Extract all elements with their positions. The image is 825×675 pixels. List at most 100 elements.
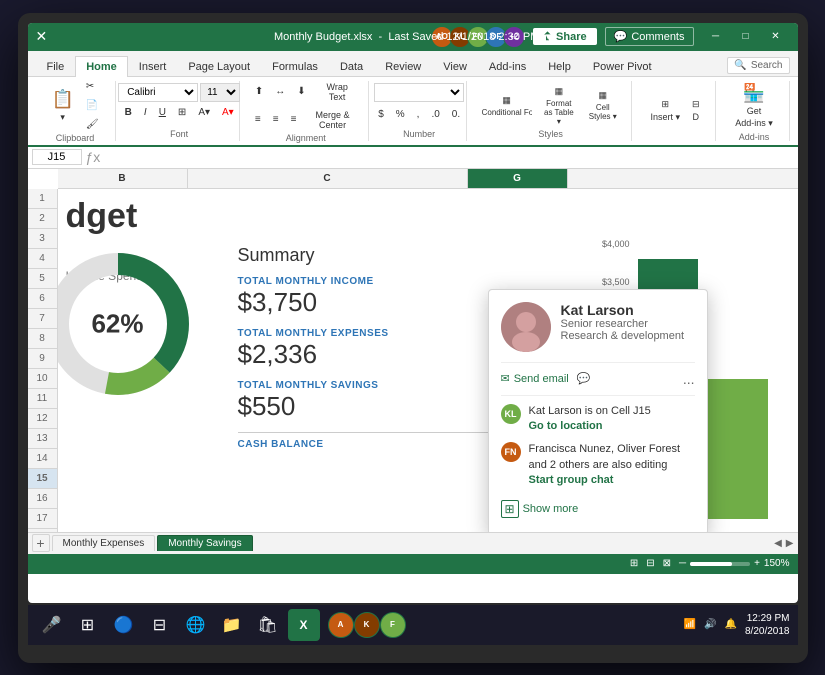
copy-button[interactable]: 📄	[81, 97, 104, 114]
format-painter-button[interactable]: 🖌	[81, 116, 104, 133]
search-box[interactable]: 🔍 Search	[727, 57, 789, 74]
border-button[interactable]: ⊞	[173, 104, 191, 121]
format-as-table-button[interactable]: ▦ Format as Table ▾	[539, 83, 579, 129]
avatar-taskbar-2: K	[354, 612, 380, 638]
speaker-icon: 🔊	[704, 619, 716, 630]
kl-avatar-icon: KL	[501, 404, 521, 424]
popup-card: Kat Larson Senior researcher Research & …	[488, 289, 708, 532]
cell-styles-button[interactable]: ▦ Cell Styles ▾	[581, 87, 624, 124]
sheet-tab-monthly-savings[interactable]: Monthly Savings	[157, 535, 252, 551]
tab-review[interactable]: Review	[374, 56, 432, 77]
task-view-icon[interactable]: ⊟	[144, 609, 176, 641]
popup-avatar	[501, 302, 551, 352]
tab-formulas[interactable]: Formulas	[261, 56, 329, 77]
align-top-button[interactable]: ⬆	[250, 83, 268, 100]
ribbon-tabs: File Home Insert Page Layout Formulas Da…	[28, 51, 798, 77]
get-addins-button[interactable]: 🏪 Get Add-ins ▾	[730, 80, 778, 132]
windows-start-icon[interactable]: ⊞	[72, 609, 104, 641]
send-email-button[interactable]: ✉ Send email	[501, 372, 569, 385]
align-center-button[interactable]: ≡	[268, 111, 284, 128]
file-explorer-icon[interactable]: 📁	[216, 609, 248, 641]
tab-addins[interactable]: Add-ins	[478, 56, 537, 77]
scroll-left-icon[interactable]: ◀	[774, 538, 782, 549]
wrap-text-button[interactable]: Wrap Text	[313, 79, 362, 105]
underline-button[interactable]: U	[154, 104, 171, 121]
cell-reference: J15	[32, 149, 82, 165]
row-9: 9	[28, 349, 57, 369]
tab-data[interactable]: Data	[329, 56, 374, 77]
number-format-selector[interactable]: General	[374, 83, 464, 102]
currency-button[interactable]: $	[373, 106, 389, 123]
row-2: 2	[28, 209, 57, 229]
align-bottom-button[interactable]: ⬇	[292, 83, 310, 100]
more-options-button[interactable]: ...	[683, 371, 695, 387]
tab-file[interactable]: File	[36, 56, 76, 77]
editing-text: Francisca Nunez, Oliver Forest and 2 oth…	[529, 442, 695, 488]
start-group-chat-link[interactable]: Start group chat	[529, 473, 695, 488]
ribbon-group-number: General $ % , .0 0. Number	[373, 81, 467, 141]
paste-button[interactable]: 📋▾	[46, 86, 78, 126]
tab-power-pivot[interactable]: Power Pivot	[582, 56, 663, 77]
merge-center-button[interactable]: Merge & Center	[303, 107, 361, 133]
taskbar-clock[interactable]: 12:29 PM 8/20/2018	[745, 612, 790, 638]
insert-cells-button[interactable]: ⊞Insert ▾	[645, 96, 685, 126]
row-8: 8	[28, 329, 57, 349]
comments-button[interactable]: 💬 Comments	[605, 27, 694, 46]
zoom-slider[interactable]	[690, 562, 750, 566]
tab-page-layout[interactable]: Page Layout	[177, 56, 261, 77]
view-normal-icon[interactable]: ⊞	[630, 558, 638, 569]
align-right-button[interactable]: ≡	[286, 111, 302, 128]
delete-button[interactable]: ⊟D	[687, 96, 705, 125]
addins-group-label: Add-ins	[739, 132, 770, 142]
go-to-location-link[interactable]: Go to location	[529, 419, 651, 434]
styles-group-label: Styles	[538, 129, 563, 139]
comma-button[interactable]: ,	[412, 106, 425, 123]
minimize-button[interactable]: ─	[702, 27, 730, 47]
view-pagebreak-icon[interactable]: ⊠	[663, 558, 671, 569]
microphone-icon[interactable]: 🎤	[36, 609, 68, 641]
scroll-right-icon[interactable]: ▶	[786, 538, 794, 549]
add-sheet-button[interactable]: +	[32, 534, 50, 552]
cut-button[interactable]: ✂	[81, 78, 104, 95]
font-name-selector[interactable]: Calibri	[118, 83, 198, 102]
show-more-button[interactable]: ⊞ Show more	[501, 496, 579, 522]
row-7: 7	[28, 309, 57, 329]
decrease-decimal-button[interactable]: 0.	[447, 106, 465, 123]
zoom-out-button[interactable]: ─	[679, 558, 686, 569]
title-bar: ✕ Monthly Budget.xlsx - Last Saved 12/1/…	[28, 23, 798, 51]
sheet-tab-monthly-expenses[interactable]: Monthly Expenses	[52, 535, 156, 551]
ribbon-group-alignment: ⬆ ↔ ⬇ Wrap Text ≡ ≡ ≡ Merge & Center Ali…	[244, 81, 369, 141]
tab-view[interactable]: View	[432, 56, 478, 77]
align-middle-button[interactable]: ↔	[270, 83, 290, 100]
italic-button[interactable]: I	[139, 104, 152, 121]
bold-button[interactable]: B	[120, 104, 137, 121]
row-12: 12	[28, 409, 57, 429]
align-left-button[interactable]: ≡	[250, 111, 266, 128]
percent-button[interactable]: %	[391, 106, 410, 123]
last-saved: Last Saved 12/1/2018 2:30 PM	[388, 31, 539, 43]
increase-decimal-button[interactable]: .0	[426, 106, 444, 123]
tab-insert[interactable]: Insert	[128, 56, 178, 77]
savings-label: TOTAL MONTHLY SAVINGS	[238, 380, 488, 391]
tab-help[interactable]: Help	[537, 56, 582, 77]
search-taskbar-icon[interactable]: 🔵	[108, 609, 140, 641]
tab-home[interactable]: Home	[75, 56, 128, 77]
comment-icon: 💬	[614, 30, 628, 43]
zoom-in-button[interactable]: +	[754, 558, 760, 569]
taskbar-right: 📶 🔊 🔔 12:29 PM 8/20/2018	[684, 612, 790, 638]
location-info-row: KL Kat Larson is on Cell J15 Go to locat…	[501, 404, 695, 435]
store-icon[interactable]: 🛍	[252, 609, 284, 641]
view-layout-icon[interactable]: ⊟	[646, 558, 654, 569]
formula-input[interactable]	[104, 151, 793, 163]
row-14: 14	[28, 449, 57, 469]
email-icon: ✉	[501, 372, 510, 385]
font-size-selector[interactable]: 11	[200, 83, 240, 102]
excel-taskbar-icon[interactable]: X	[288, 609, 320, 641]
font-color-button[interactable]: A▾	[217, 104, 239, 121]
conditional-formatting-button[interactable]: ▦ Conditional Formatting	[477, 92, 537, 120]
edge-icon[interactable]: 🌐	[180, 609, 212, 641]
maximize-button[interactable]: □	[732, 27, 760, 47]
fill-color-button[interactable]: A▾	[193, 104, 215, 121]
chat-button[interactable]: 💬	[577, 372, 591, 385]
close-button[interactable]: ✕	[762, 27, 790, 47]
